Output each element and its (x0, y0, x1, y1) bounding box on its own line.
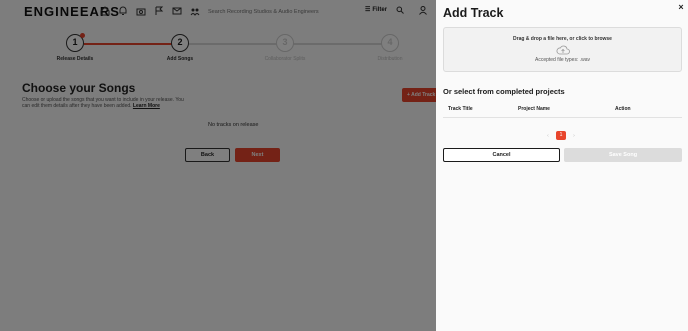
next-page-button[interactable]: › (570, 133, 578, 139)
pagination: ‹ 1 › (544, 131, 578, 140)
current-page[interactable]: 1 (556, 131, 566, 140)
cancel-button[interactable]: Cancel (443, 148, 560, 162)
close-icon[interactable]: × (676, 2, 686, 12)
prev-page-button[interactable]: ‹ (544, 133, 552, 139)
completed-projects-title: Or select from completed projects (443, 87, 565, 96)
column-track-title: Track Title (448, 106, 473, 112)
file-dropzone[interactable]: Drag & drop a file here, or click to bro… (443, 27, 682, 72)
modal-backdrop[interactable] (0, 0, 436, 331)
projects-table-header: Track Title Project Name Action (443, 103, 682, 118)
cloud-upload-icon (556, 45, 570, 55)
dropzone-title: Drag & drop a file here, or click to bro… (513, 36, 612, 42)
column-action: Action (615, 106, 631, 112)
add-track-drawer: Add Track × Drag & drop a file here, or … (436, 0, 688, 331)
save-song-button[interactable]: Save Song (564, 148, 682, 162)
dropzone-accepted-types: Accepted file types: .wav (534, 57, 591, 63)
column-project-name: Project Name (518, 106, 550, 112)
drawer-title: Add Track (443, 6, 504, 20)
